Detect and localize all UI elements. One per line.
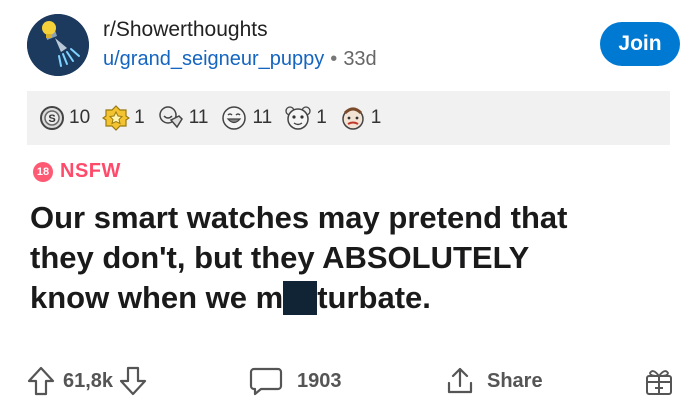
post-header: r/Showerthoughts u/grand_seigneur_puppy •… [27,12,680,82]
post-action-bar: 61,8k 1903 Share [27,358,675,404]
comments-button[interactable]: 1903 [249,358,342,404]
downvote-arrow-icon [119,366,147,396]
score-count: 61,8k [63,369,114,392]
award-count: 11 [188,107,209,128]
upvote-button[interactable] [27,366,55,396]
comment-count: 1903 [297,369,342,392]
wholesome-award-icon [158,106,183,129]
title-line: they don't, but they ABSOLUTELY [30,240,530,275]
bear-award-icon [285,106,311,130]
award-gold[interactable]: 1 [102,104,145,132]
award-wholesome[interactable]: 11 [157,104,209,132]
censor-box [283,281,318,315]
nsfw-18-badge: 18 [33,161,53,182]
gift-award-button[interactable] [643,358,675,404]
author-link[interactable]: u/grand_seigneur_puppy [103,48,324,70]
title-line: Our smart watches may pretend that [30,200,568,235]
share-icon [447,367,473,394]
svg-text:S: S [48,113,55,125]
subreddit-avatar[interactable] [27,14,89,76]
award-laughing[interactable]: 11 [220,104,272,132]
silver-award-icon: S [40,106,64,130]
facepalm-award-icon [342,107,364,130]
title-line: know when we m turbate. [30,278,680,318]
title-text: turbate. [317,280,431,315]
award-count: 1 [370,107,382,128]
award-bear[interactable]: 1 [284,104,327,132]
nsfw-tag: 18 NSFW [33,160,121,183]
share-label: Share [487,369,543,392]
shower-head-icon [27,14,89,76]
award-count: 10 [69,107,91,128]
share-button[interactable]: Share [445,358,543,404]
comment-bubble-icon [249,367,283,396]
meta-separator: • [330,48,338,70]
title-text: know when we m [30,280,284,315]
subreddit-name[interactable]: r/Showerthoughts [103,18,268,42]
laughing-award-icon [222,106,247,130]
award-count: 1 [134,107,145,128]
award-count: 1 [316,107,327,128]
award-count: 11 [252,107,273,128]
join-button[interactable]: Join [600,22,680,66]
post-meta: u/grand_seigneur_puppy • 33d [103,48,377,71]
nsfw-label: NSFW [60,160,121,182]
upvote-arrow-icon [27,366,55,396]
gift-box-icon [646,370,672,395]
award-facepalm[interactable]: 1 [339,104,382,132]
post-age: 33d [343,48,377,70]
gold-award-icon [102,105,131,131]
downvote-button[interactable] [119,366,147,396]
awards-bar[interactable]: S 10 1 11 11 1 1 [27,91,670,145]
award-silver[interactable]: S 10 [39,105,90,131]
vote-group: 61,8k [27,358,147,404]
post-title[interactable]: Our smart watches may pretend that they … [30,198,680,318]
